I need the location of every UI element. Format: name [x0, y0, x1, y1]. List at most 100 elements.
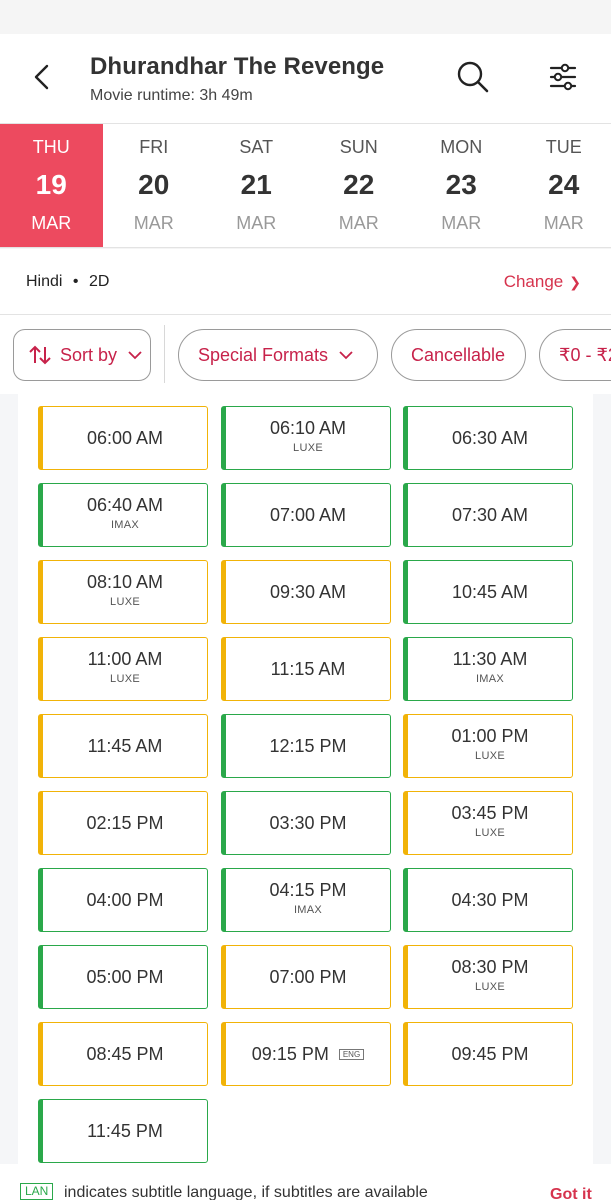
showtime-slot[interactable]: 01:00 PM LUXE — [403, 714, 573, 778]
showtime-slot[interactable]: 09:30 AM — [221, 560, 391, 624]
language-format-row: Hindi • 2D Change ❯ — [0, 249, 611, 315]
date-item[interactable]: TUE 24 MAR — [513, 124, 611, 247]
date-selector: THU 19 MAR FRI 20 MAR SAT 21 MAR SUN 22 … — [0, 124, 611, 248]
showtime-slot[interactable]: 11:00 AM LUXE — [38, 637, 208, 701]
showtime-time: 04:15 PM — [226, 880, 390, 901]
search-button[interactable] — [455, 59, 491, 95]
showtime-time: 09:45 PM — [408, 1044, 572, 1065]
showtime-slot[interactable]: 11:30 AM IMAX — [403, 637, 573, 701]
showtime-time: 08:10 AM — [43, 572, 207, 593]
subtitle-language-icon: ENG — [338, 1049, 365, 1060]
showtime-slot[interactable]: 04:30 PM — [403, 868, 573, 932]
showtime-time: 06:40 AM — [43, 495, 207, 516]
showtime-slot[interactable]: 07:00 AM — [221, 483, 391, 547]
showtime-time-text: 12:15 PM — [269, 736, 347, 756]
showtime-time: 07:00 AM — [226, 505, 390, 526]
showtime-slot[interactable]: 11:45 AM — [38, 714, 208, 778]
date-item[interactable]: MON 23 MAR — [410, 124, 513, 247]
showtime-slot[interactable]: 10:45 AM — [403, 560, 573, 624]
got-it-button[interactable]: Got it — [550, 1186, 592, 1200]
showtime-time: 11:30 AM — [408, 649, 572, 670]
showtime-slot[interactable]: 09:45 PM — [403, 1022, 573, 1086]
separator-dot: • — [72, 273, 79, 290]
showtime-time: 11:45 PM — [43, 1121, 207, 1142]
date-item[interactable]: SUN 22 MAR — [308, 124, 411, 247]
showtime-slot[interactable]: 08:10 AM LUXE — [38, 560, 208, 624]
showtime-slot[interactable]: 08:30 PM LUXE — [403, 945, 573, 1009]
showtime-slot[interactable]: 06:10 AM LUXE — [221, 406, 391, 470]
date-item[interactable]: SAT 21 MAR — [205, 124, 308, 247]
showtime-time: 09:15 PM ENG — [226, 1044, 390, 1065]
showtime-slot[interactable]: 09:15 PM ENG — [221, 1022, 391, 1086]
chevron-down-icon — [339, 351, 353, 360]
movie-runtime: Movie runtime: 3h 49m — [90, 87, 253, 104]
back-arrow-icon — [34, 64, 49, 90]
showtime-slot[interactable]: 02:15 PM — [38, 791, 208, 855]
showtime-time-text: 10:45 AM — [451, 582, 529, 602]
special-formats-filter[interactable]: Special Formats — [178, 329, 378, 381]
sort-by-button[interactable]: Sort by — [13, 329, 151, 381]
showtime-time-text: 04:30 PM — [451, 890, 529, 910]
cancellable-filter[interactable]: Cancellable — [391, 329, 526, 381]
showtime-time-text: 07:00 AM — [269, 505, 347, 525]
showtime-slot[interactable]: 03:30 PM — [221, 791, 391, 855]
showtime-time-text: 03:45 PM — [451, 803, 529, 823]
showtime-time-text: 06:40 AM — [86, 495, 164, 515]
chevron-down-icon — [128, 351, 142, 360]
showtime-time: 03:30 PM — [226, 813, 390, 834]
showtime-time: 02:15 PM — [43, 813, 207, 834]
showtime-time-text: 08:10 AM — [86, 572, 164, 592]
subtitle-info-banner: LAN indicates subtitle language, if subt… — [0, 1164, 611, 1200]
showtime-time: 09:30 AM — [226, 582, 390, 603]
movie-title: Dhurandhar The Revenge — [90, 53, 385, 80]
date-month: MAR — [338, 213, 379, 233]
showtime-time-text: 08:30 PM — [451, 957, 529, 977]
showtime-slot[interactable]: 03:45 PM LUXE — [403, 791, 573, 855]
showtime-time-text: 11:00 AM — [87, 649, 163, 669]
showtimes-card: 06:00 AM 06:10 AM LUXE 06:30 AM 06:40 AM IMAX… — [18, 394, 593, 1164]
format-label: 2D — [88, 273, 110, 290]
showtime-slot[interactable]: 05:00 PM — [38, 945, 208, 1009]
showtime-time: 11:00 AM — [43, 649, 207, 670]
status-bar-area — [0, 0, 611, 34]
date-day-number: 21 — [240, 169, 272, 200]
date-day-number: 23 — [445, 169, 477, 200]
filter-divider — [164, 325, 165, 383]
showtime-slot[interactable]: 11:15 AM — [221, 637, 391, 701]
back-button[interactable] — [28, 60, 58, 94]
date-month: MAR — [133, 213, 174, 233]
showtime-slot[interactable]: 12:15 PM — [221, 714, 391, 778]
showtime-format-tag: IMAX — [475, 673, 505, 685]
chevron-right-icon: ❯ — [569, 274, 581, 290]
showtime-time: 07:30 AM — [408, 505, 572, 526]
date-item[interactable]: FRI 20 MAR — [103, 124, 206, 247]
showtime-format-tag: LUXE — [475, 827, 505, 839]
showtime-time-text: 09:15 PM — [251, 1044, 329, 1064]
showtime-slot[interactable]: 07:00 PM — [221, 945, 391, 1009]
subtitle-language-badge: LAN — [20, 1183, 54, 1200]
showtime-time-text: 11:45 AM — [87, 736, 163, 756]
date-day-of-week: SUN — [339, 137, 378, 157]
showtime-slot[interactable]: 04:00 PM — [38, 868, 208, 932]
showtime-slot[interactable]: 11:45 PM — [38, 1099, 208, 1163]
price-range-filter[interactable]: ₹0 - ₹2 — [539, 329, 611, 381]
date-month: MAR — [441, 213, 482, 233]
showtime-slot[interactable]: 06:30 AM — [403, 406, 573, 470]
showtime-slot[interactable]: 08:45 PM — [38, 1022, 208, 1086]
showtime-slot[interactable]: 06:00 AM — [38, 406, 208, 470]
showtime-slot[interactable]: 04:15 PM IMAX — [221, 868, 391, 932]
filter-settings-button[interactable] — [545, 59, 581, 95]
showtime-time: 11:45 AM — [43, 736, 207, 757]
sort-by-label: Sort by — [60, 344, 118, 365]
showtime-slot[interactable]: 07:30 AM — [403, 483, 573, 547]
change-language-link[interactable]: Change ❯ — [504, 272, 581, 292]
showtime-format-tag: LUXE — [110, 673, 140, 685]
date-day-of-week: MON — [440, 137, 483, 157]
showtime-time-text: 06:30 AM — [451, 428, 529, 448]
special-formats-label: Special Formats — [198, 344, 329, 365]
showtime-time: 11:15 AM — [226, 659, 390, 680]
showtime-time: 07:00 PM — [226, 967, 390, 988]
showtime-slot[interactable]: 06:40 AM IMAX — [38, 483, 208, 547]
showtime-time-text: 11:45 PM — [87, 1121, 163, 1141]
date-item[interactable]: THU 19 MAR — [0, 124, 103, 247]
